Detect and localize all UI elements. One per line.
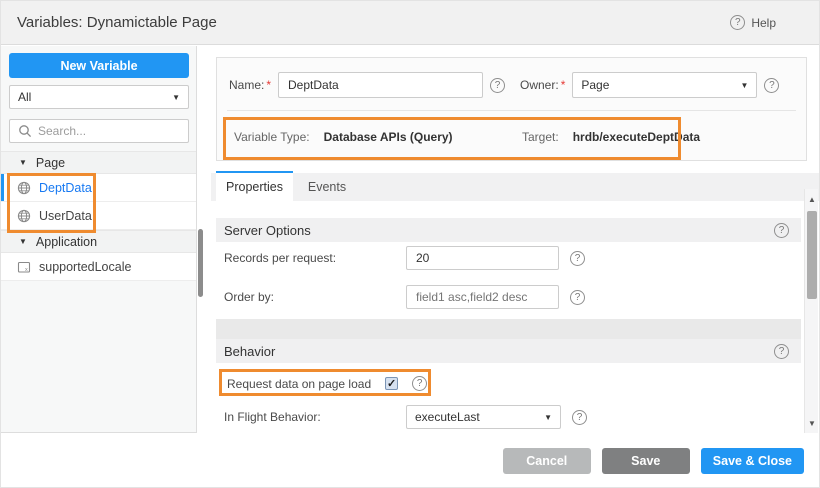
- inflight-behavior-select[interactable]: executeLast ▼: [406, 405, 561, 429]
- tree-item-userdata[interactable]: UserData: [1, 202, 196, 230]
- save-button[interactable]: Save: [602, 448, 690, 474]
- required-asterisk: *: [266, 78, 271, 92]
- request-data-help-icon[interactable]: ?: [412, 376, 427, 391]
- owner-label: Owner:*: [520, 78, 565, 92]
- selected-indicator: [1, 174, 4, 201]
- tree-group-label: Application: [36, 235, 97, 249]
- chevron-down-icon: ▼: [740, 81, 748, 90]
- tree-item-label: UserData: [39, 209, 92, 223]
- section-title: Behavior: [224, 344, 275, 359]
- variables-tree: ▼ Page DeptData: [1, 151, 196, 281]
- filter-selected-value: All: [18, 90, 31, 104]
- tab-bar: Properties Events: [211, 173, 820, 201]
- name-input[interactable]: [278, 72, 483, 98]
- tab-properties[interactable]: Properties: [216, 171, 293, 201]
- order-by-input[interactable]: [406, 285, 559, 309]
- tree-item-label: supportedLocale: [39, 260, 131, 274]
- globe-icon: [17, 181, 31, 195]
- name-label: Name:*: [229, 78, 271, 92]
- globe-icon: [17, 209, 31, 223]
- records-per-request-input[interactable]: [406, 246, 559, 270]
- server-options-help-icon[interactable]: ?: [774, 223, 789, 238]
- properties-panel: Server Options ? Records per request: ? …: [216, 201, 801, 433]
- tree-group-page[interactable]: ▼ Page: [1, 151, 196, 174]
- chevron-down-icon: ▼: [172, 93, 180, 102]
- variable-filter-select[interactable]: All ▼: [9, 85, 189, 109]
- scroll-up-icon[interactable]: ▲: [805, 193, 819, 205]
- variable-type-value: Database APIs (Query): [324, 130, 453, 144]
- card-divider: [227, 110, 796, 111]
- tree-item-label: DeptData: [39, 181, 92, 195]
- owner-help-icon[interactable]: ?: [764, 78, 779, 93]
- tree-item-deptdata[interactable]: DeptData: [1, 174, 196, 202]
- variable-type-label: Variable Type:: [234, 130, 310, 144]
- section-title: Server Options: [224, 223, 311, 238]
- dialog-header: Variables: Dynamictable Page ? Help: [1, 1, 820, 45]
- request-data-checkbox[interactable]: ✓: [385, 377, 398, 390]
- dialog-footer: Cancel Save Save & Close: [1, 433, 820, 488]
- inflight-behavior-label: In Flight Behavior:: [224, 410, 321, 424]
- server-options-section: Server Options ? Records per request: ? …: [216, 201, 801, 319]
- collapse-triangle-icon: ▼: [19, 237, 27, 246]
- help-icon: ?: [730, 15, 745, 30]
- sidebar-scrollbar-thumb[interactable]: [198, 229, 203, 297]
- records-per-request-label: Records per request:: [224, 251, 336, 265]
- owner-select[interactable]: Page ▼: [572, 72, 757, 98]
- help-label: Help: [751, 16, 776, 30]
- collapse-triangle-icon: ▼: [19, 158, 27, 167]
- request-data-label: Request data on page load: [227, 377, 371, 391]
- behavior-header: Behavior ?: [216, 339, 801, 363]
- tree-item-supportedlocale[interactable]: x supportedLocale: [1, 253, 196, 281]
- order-by-label: Order by:: [224, 290, 274, 304]
- search-input[interactable]: [38, 124, 180, 138]
- required-asterisk: *: [561, 78, 566, 92]
- records-help-icon[interactable]: ?: [570, 251, 585, 266]
- behavior-section: Behavior ? Request data on page load ✓ ?…: [216, 339, 801, 433]
- new-variable-button[interactable]: New Variable: [9, 53, 189, 78]
- tree-group-application[interactable]: ▼ Application: [1, 230, 196, 253]
- chevron-down-icon: ▼: [544, 413, 552, 422]
- scroll-down-icon[interactable]: ▼: [805, 417, 819, 429]
- content-scrollbar-thumb[interactable]: [807, 211, 817, 299]
- target-label: Target:: [522, 130, 559, 144]
- inflight-selected-value: executeLast: [415, 410, 480, 424]
- variable-search: [9, 119, 189, 143]
- target-value: hrdb/executeDeptData: [573, 130, 700, 144]
- tab-events[interactable]: Events: [293, 171, 361, 201]
- help-button[interactable]: ? Help: [730, 15, 776, 30]
- variables-dialog: Variables: Dynamictable Page ? Help New …: [0, 0, 820, 488]
- variable-icon: x: [17, 260, 31, 274]
- tree-group-label: Page: [36, 156, 65, 170]
- server-options-header: Server Options ?: [216, 218, 801, 242]
- orderby-help-icon[interactable]: ?: [570, 290, 585, 305]
- variable-summary-card: Name:* ? Owner:* Page ▼ ? Variable Type:…: [216, 57, 807, 161]
- svg-text:x: x: [25, 266, 28, 272]
- variables-sidebar: New Variable All ▼ ▼ Page: [1, 46, 197, 433]
- save-close-button[interactable]: Save & Close: [701, 448, 804, 474]
- cancel-button[interactable]: Cancel: [503, 448, 591, 474]
- page-title: Variables: Dynamictable Page: [17, 14, 217, 31]
- owner-selected-value: Page: [581, 78, 609, 92]
- name-help-icon[interactable]: ?: [490, 78, 505, 93]
- behavior-help-icon[interactable]: ?: [774, 344, 789, 359]
- search-icon: [18, 124, 32, 138]
- content-scrollbar: ▲ ▼: [804, 189, 818, 433]
- inflight-help-icon[interactable]: ?: [572, 410, 587, 425]
